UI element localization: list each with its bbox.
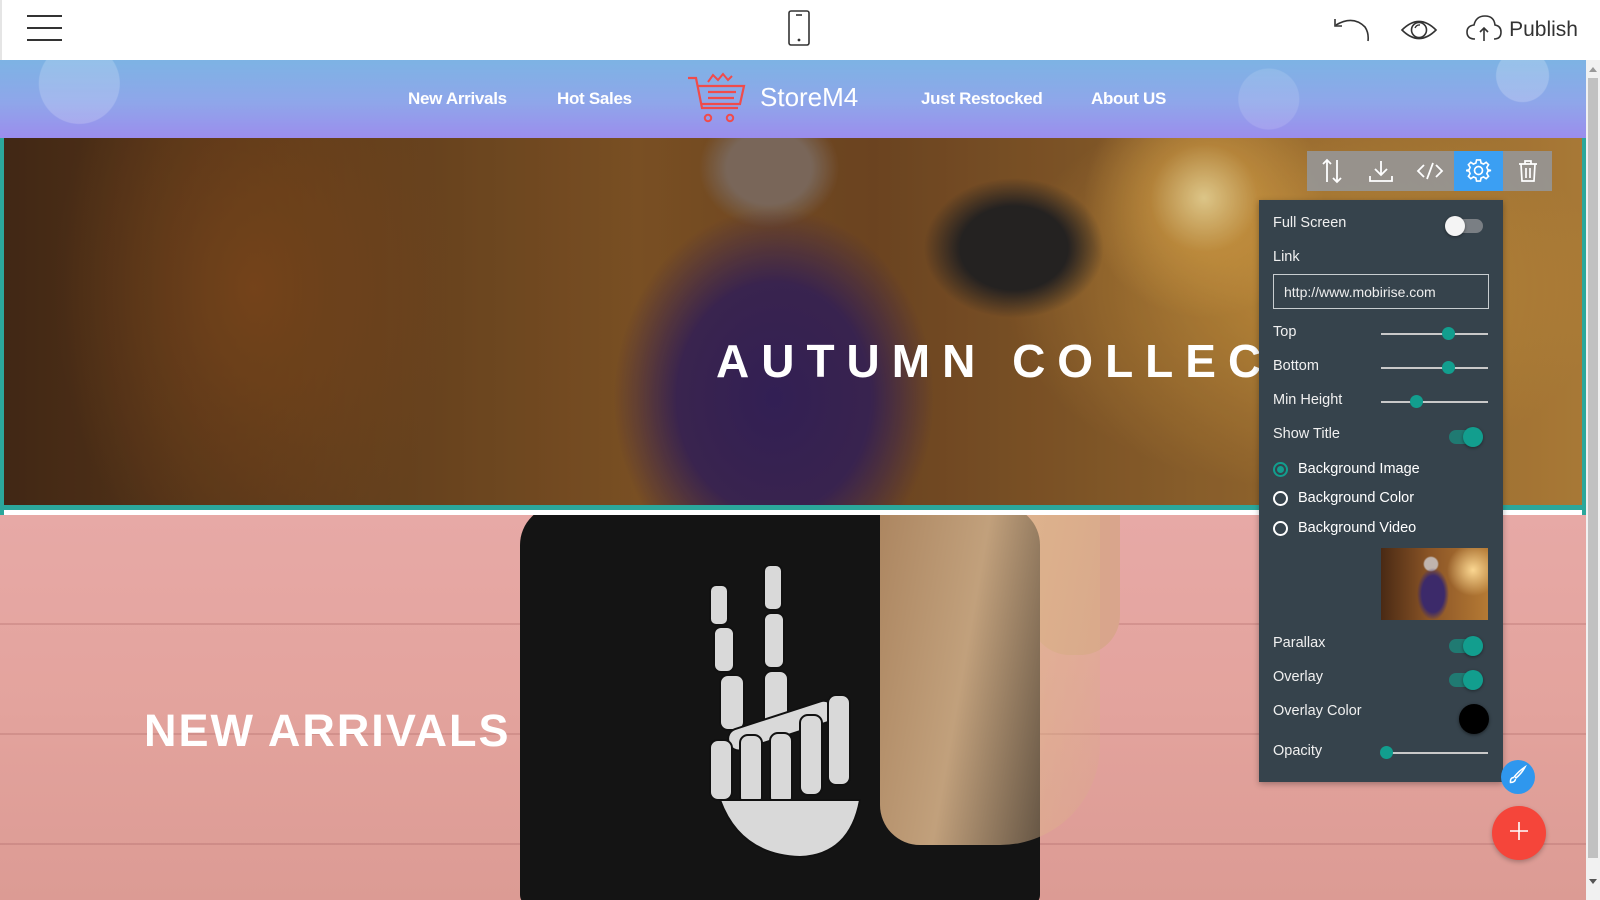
- background-image-hair: [880, 515, 1100, 845]
- show-title-label: Show Title: [1273, 426, 1340, 442]
- opacity-label: Opacity: [1273, 743, 1323, 759]
- nav-link-just-restocked[interactable]: Just Restocked: [921, 89, 1043, 109]
- background-image-radio[interactable]: Background Image: [1273, 461, 1420, 477]
- site-navbar[interactable]: New Arrivals Hot Sales StoreM4 Just Rest…: [0, 60, 1586, 138]
- reorder-arrows-icon[interactable]: [1307, 151, 1356, 191]
- top-label: Top: [1273, 324, 1297, 340]
- brand-name: StoreM4: [760, 81, 859, 112]
- overlay-color-swatch[interactable]: [1459, 704, 1489, 734]
- background-color-label: Background Color: [1298, 490, 1415, 506]
- publish-button[interactable]: Publish: [1465, 13, 1578, 47]
- show-title-toggle[interactable]: [1449, 427, 1483, 447]
- link-label: Link: [1273, 249, 1300, 265]
- plus-icon: [1508, 820, 1530, 846]
- block-selection-border: [0, 138, 4, 515]
- overlay-toggle[interactable]: [1449, 670, 1483, 690]
- gear-icon[interactable]: [1454, 151, 1503, 191]
- opacity-slider[interactable]: [1380, 746, 1488, 759]
- vertical-scrollbar[interactable]: [1586, 60, 1600, 900]
- bottom-label: Bottom: [1273, 358, 1319, 374]
- background-color-radio[interactable]: Background Color: [1273, 490, 1414, 506]
- cloud-upload-icon: [1465, 13, 1503, 47]
- paint-brush-icon: [1508, 764, 1528, 789]
- undo-icon[interactable]: [1331, 12, 1371, 48]
- radio-dot: [1273, 461, 1288, 477]
- nav-link-new-arrivals[interactable]: New Arrivals: [408, 89, 507, 109]
- top-padding-slider[interactable]: [1381, 327, 1488, 340]
- publish-label: Publish: [1509, 18, 1578, 41]
- background-video-radio[interactable]: Background Video: [1273, 520, 1416, 536]
- mobile-phone-icon[interactable]: [788, 10, 810, 46]
- background-video-label: Background Video: [1298, 520, 1417, 536]
- page-canvas: New Arrivals Hot Sales StoreM4 Just Rest…: [0, 60, 1586, 900]
- code-icon[interactable]: [1405, 151, 1454, 191]
- scroll-down-arrow-icon[interactable]: [1586, 874, 1600, 888]
- theme-styles-button[interactable]: [1501, 760, 1535, 794]
- block-settings-panel: Full Screen Link Top Bottom Min Height S…: [1259, 200, 1503, 782]
- app-toolbar: Publish: [0, 0, 1600, 60]
- scrollbar-thumb[interactable]: [1588, 78, 1598, 858]
- block-toolbar: [1307, 151, 1552, 191]
- radio-dot: [1273, 520, 1288, 536]
- overlay-label: Overlay: [1273, 669, 1323, 685]
- link-input[interactable]: [1273, 274, 1489, 309]
- download-icon[interactable]: [1356, 151, 1405, 191]
- overlay-color-label: Overlay Color: [1273, 703, 1362, 719]
- hero-title: AUTUMN COLLECT: [716, 335, 1314, 387]
- nav-link-about-us[interactable]: About US: [1091, 89, 1166, 109]
- background-image-thumbnail[interactable]: [1381, 548, 1488, 620]
- scroll-up-arrow-icon[interactable]: [1586, 62, 1600, 76]
- bottom-padding-slider[interactable]: [1381, 361, 1488, 374]
- nav-link-hot-sales[interactable]: Hot Sales: [557, 89, 632, 109]
- parallax-label: Parallax: [1273, 635, 1326, 651]
- min-height-slider[interactable]: [1381, 395, 1488, 408]
- full-screen-toggle[interactable]: [1445, 216, 1483, 236]
- background-image-label: Background Image: [1298, 461, 1420, 477]
- min-height-label: Min Height: [1273, 392, 1343, 408]
- arrivals-title: NEW ARRIVALS: [144, 705, 511, 756]
- add-block-button[interactable]: [1492, 806, 1546, 860]
- radio-dot: [1273, 490, 1288, 506]
- full-screen-label: Full Screen: [1273, 215, 1347, 231]
- brand-logo[interactable]: StoreM4: [686, 72, 858, 130]
- trash-icon[interactable]: [1503, 151, 1552, 191]
- hamburger-menu-icon[interactable]: [26, 13, 64, 43]
- parallax-toggle[interactable]: [1449, 636, 1483, 656]
- skeleton-hand-graphic: [709, 565, 862, 859]
- shopping-cart-icon: [686, 72, 748, 130]
- eye-icon[interactable]: [1399, 12, 1439, 48]
